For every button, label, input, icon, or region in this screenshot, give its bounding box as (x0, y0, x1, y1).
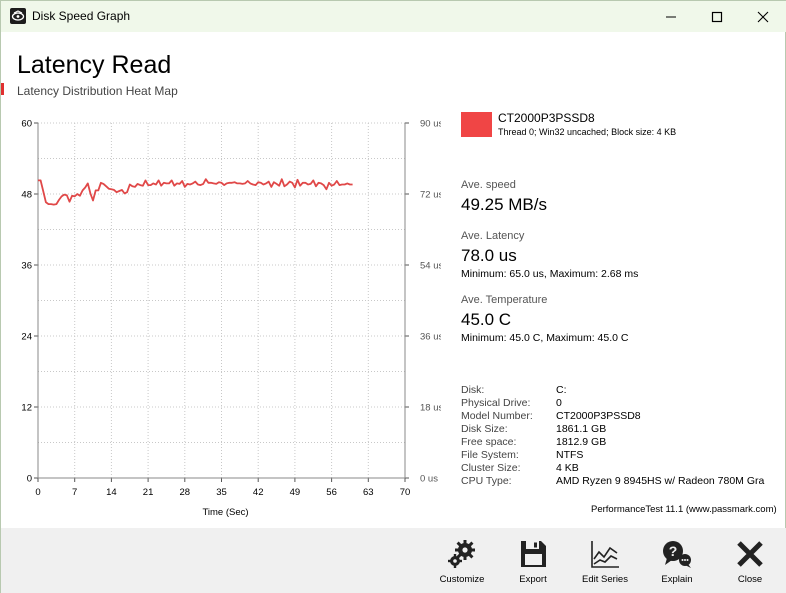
y-right-tick-label: 36 us (420, 332, 441, 343)
maximize-icon (711, 11, 723, 22)
info-row: Free space: 1812.9 GB (461, 436, 771, 449)
ave-temperature-label: Ave. Temperature (461, 294, 548, 306)
info-key: Free space: (461, 436, 517, 448)
y-right-tick-label: 0 us (420, 474, 438, 485)
info-row: Cluster Size: 4 KB (461, 462, 771, 475)
page-subtitle: Latency Distribution Heat Map (17, 84, 178, 98)
customize-label: Customize (439, 574, 485, 585)
y-left-tick-label: 0 (27, 474, 32, 485)
ave-speed-label: Ave. speed (461, 179, 516, 191)
ave-temperature-value: 45.0 C (461, 310, 512, 329)
disk-speed-graph-window: Disk Speed Graph Latency Read Latency Di… (0, 0, 786, 593)
info-key: Disk Size: (461, 423, 508, 435)
window-title: Disk Speed Graph (32, 9, 131, 23)
minimize-button[interactable] (648, 1, 694, 32)
series-edge-marker (1, 83, 4, 95)
info-row: Disk Size: 1861.1 GB (461, 423, 771, 436)
app-logo-icon (10, 8, 26, 24)
edit-series-label: Edit Series (582, 574, 628, 585)
customize-button[interactable]: Customize (432, 538, 492, 588)
y-right-tick-label: 90 us (420, 119, 441, 130)
y-left-tick-label: 12 (21, 403, 32, 414)
svg-text:?: ? (669, 543, 678, 559)
y-left-tick-label: 60 (21, 119, 32, 130)
latency-minmax: Minimum: 65.0 us, Maximum: 2.68 ms (461, 268, 639, 280)
x-tick-label: 0 (35, 487, 40, 498)
save-disk-icon (521, 541, 546, 567)
info-value: AMD Ryzen 9 8945HS w/ Radeon 780M Gra (556, 475, 765, 487)
x-tick-label: 14 (106, 487, 117, 498)
export-button[interactable]: Export (503, 538, 563, 588)
x-tick-label: 7 (72, 487, 77, 498)
export-label: Export (519, 574, 547, 585)
help-chat-icon: ? (663, 541, 691, 568)
info-value: 4 KB (556, 462, 579, 474)
edit-series-button[interactable]: Edit Series (575, 538, 635, 588)
x-tick-label: 63 (363, 487, 374, 498)
info-key: Disk: (461, 384, 485, 396)
close-label: Close (737, 574, 763, 585)
minimize-icon (666, 16, 676, 17)
branding-text: PerformanceTest 11.1 (www.passmark.com) (591, 504, 777, 515)
gears-icon (448, 540, 475, 568)
info-key: Physical Drive: (461, 397, 531, 409)
info-value: C: (556, 384, 567, 396)
legend-series-name: CT2000P3PSSD8 (498, 111, 595, 125)
ave-latency-value: 78.0 us (461, 246, 517, 265)
y-left-tick-label: 36 (21, 261, 32, 272)
info-value: CT2000P3PSSD8 (556, 410, 641, 422)
info-row: CPU Type: AMD Ryzen 9 8945HS w/ Radeon 78… (461, 475, 771, 488)
x-tick-label: 42 (253, 487, 264, 498)
ave-latency-label: Ave. Latency (461, 230, 525, 242)
temperature-minmax: Minimum: 45.0 C, Maximum: 45.0 C (461, 332, 629, 344)
x-tick-label: 56 (326, 487, 337, 498)
info-key: Cluster Size: (461, 462, 521, 474)
info-row: Disk: C: (461, 384, 771, 397)
explain-button[interactable]: ? Explain (647, 538, 707, 588)
x-tick-label: 49 (290, 487, 301, 498)
info-key: Model Number: (461, 410, 533, 422)
x-tick-label: 21 (143, 487, 154, 498)
disk-info-table: Disk: C: Physical Drive: 0 Model Number: CT… (461, 384, 771, 488)
info-key: File System: (461, 449, 519, 461)
page-title: Latency Read (17, 51, 172, 79)
y-right-tick-label: 54 us (420, 261, 441, 272)
info-value: 1812.9 GB (556, 436, 607, 448)
legend-color-swatch[interactable] (461, 112, 492, 137)
legend-series-description: Thread 0; Win32 uncached; Block size: 4 … (498, 127, 677, 137)
info-value: 1861.1 GB (556, 423, 607, 435)
close-x-icon (737, 541, 763, 567)
info-key: CPU Type: (461, 475, 512, 487)
y-left-tick-label: 48 (21, 190, 32, 201)
y-left-tick-label: 24 (21, 332, 32, 343)
line-chart-icon (591, 541, 619, 568)
latency-line-chart[interactable]: 0 7 14 21 28 35 42 49 56 63 70 0 12 24 36 48 60 0 us 18 us… (1, 106, 441, 526)
info-row: File System: NTFS (461, 449, 771, 462)
x-tick-label: 70 (400, 487, 411, 498)
ave-speed-value: 49.25 MB/s (461, 195, 547, 214)
y-right-tick-label: 72 us (420, 190, 441, 201)
bottom-toolbar: Customize Export Edit Series ? Explain C… (1, 528, 786, 593)
info-value: NTFS (556, 449, 584, 461)
info-value: 0 (556, 397, 562, 409)
info-row: Physical Drive: 0 (461, 397, 771, 410)
x-axis-label: Time (Sec) (202, 507, 248, 518)
close-icon (757, 11, 769, 22)
close-button[interactable]: Close (720, 538, 780, 588)
series-line (38, 178, 353, 206)
maximize-button[interactable] (694, 1, 740, 32)
y-right-tick-label: 18 us (420, 403, 441, 414)
explain-label: Explain (661, 574, 693, 585)
x-tick-label: 28 (180, 487, 191, 498)
close-window-button[interactable] (740, 1, 786, 32)
title-bar[interactable]: Disk Speed Graph (1, 1, 786, 32)
x-tick-label: 35 (216, 487, 227, 498)
info-row: Model Number: CT2000P3PSSD8 (461, 410, 771, 423)
